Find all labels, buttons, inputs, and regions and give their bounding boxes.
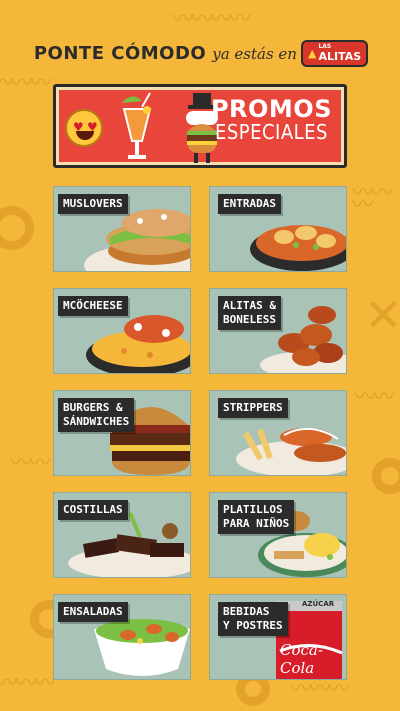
background-squiggle: 〰〰〰: [290, 677, 350, 702]
menu-card-alitas-boneless[interactable]: ALITAS & BONELESS: [209, 288, 347, 374]
soda-can-top-text: AZÚCAR: [302, 600, 335, 608]
menu-card-bebidas-postres[interactable]: AZÚCAR Coca-Cola BEBIDAS Y POSTRES: [209, 594, 347, 680]
promos-title-line2: ESPECIALES: [214, 120, 328, 145]
menu-card-burgers-sandwiches[interactable]: BURGERS & SÁNDWICHES: [53, 390, 191, 476]
background-squiggle: 〰〰〰: [352, 181, 393, 218]
background-squiggle: 〰〰〰: [0, 671, 56, 696]
menu-card-strippers[interactable]: STRIPPERS: [209, 390, 347, 476]
brand-name: LAS ALITAS: [318, 43, 362, 64]
soda-can-brand: Coca-Cola: [280, 641, 323, 677]
background-squiggle: 〰〰: [10, 451, 51, 476]
menu-card-platillos-ninos[interactable]: PLATILLOS PARA NIÑOS: [209, 492, 347, 578]
background-squiggle: 〰〰: [354, 385, 395, 410]
header-subtitle: ya estás en: [212, 44, 297, 63]
menu-card-entradas[interactable]: ENTRADAS: [209, 186, 347, 272]
menu-label: COSTILLAS: [58, 500, 128, 520]
promos-banner[interactable]: ♥ ♥ PROMOS ESPECIALES: [53, 84, 347, 168]
promos-title-line1: PROMOS: [210, 95, 332, 123]
background-ring: [0, 206, 34, 250]
background-ring: [372, 458, 400, 494]
menu-label: STRIPPERS: [218, 398, 288, 418]
menu-label: BEBIDAS Y POSTRES: [218, 602, 288, 636]
brand-logo[interactable]: ▲ LAS ALITAS: [302, 42, 367, 65]
background-cross: ✕: [364, 288, 400, 342]
background-squiggle: 〰〰〰〰: [172, 7, 251, 32]
menu-card-ensaladas[interactable]: ENSALADAS: [53, 594, 191, 680]
header: PONTE CÓMODO ya estás en ▲ LAS ALITAS: [0, 42, 400, 65]
header-title: PONTE CÓMODO: [33, 43, 207, 64]
background-squiggle: 〰〰〰: [0, 71, 52, 96]
flame-icon: ▲: [307, 47, 317, 60]
promos-title: PROMOS ESPECIALES: [210, 95, 332, 145]
menu-label: PLATILLOS PARA NIÑOS: [218, 500, 295, 534]
menu-grid: MUSLOVERS ENTRADAS MCÖCHEESE ALITAS & BO…: [53, 186, 347, 680]
menu-card-costillas[interactable]: COSTILLAS: [53, 492, 191, 578]
menu-card-mccheese[interactable]: MCÖCHEESE: [53, 288, 191, 374]
menu-card-muslovers[interactable]: MUSLOVERS: [53, 186, 191, 272]
heart-eyes-emoji-icon: ♥ ♥: [65, 109, 103, 147]
menu-label: ENTRADAS: [218, 194, 281, 214]
cocktail-icon: [122, 92, 152, 159]
menu-label: ALITAS & BONELESS: [218, 296, 281, 330]
menu-label: ENSALADAS: [58, 602, 128, 622]
menu-label: MUSLOVERS: [58, 194, 128, 214]
menu-label: BURGERS & SÁNDWICHES: [58, 398, 135, 432]
menu-label: MCÖCHEESE: [58, 296, 128, 316]
